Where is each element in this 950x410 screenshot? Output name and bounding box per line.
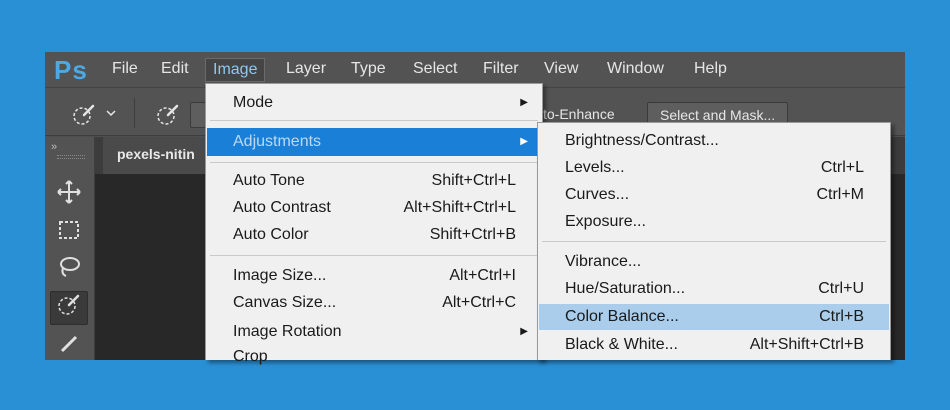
menu-item-shortcut: Alt+Ctrl+C [442,294,516,311]
menu-separator [210,120,538,121]
menu-item-label: Auto Color [233,226,309,243]
menu-item-label: Curves... [565,186,630,203]
menu-item-label: Exposure... [565,213,646,230]
menu-separator [210,162,538,163]
menu-item-auto-color[interactable]: Auto Color Shift+Ctrl+B [207,222,541,248]
menu-item-label: Hue/Saturation... [565,280,686,297]
menu-item-label: Vibrance... [565,253,642,270]
ps-logo: Ps [54,55,88,85]
menu-item-shortcut: Shift+Ctrl+L [431,172,516,189]
menu-layer[interactable]: Layer [279,58,333,82]
menu-item-shortcut: Ctrl+B [819,308,864,325]
menu-item-mode[interactable]: Mode ▶ [207,90,541,116]
menu-item-label: Mode [233,94,274,111]
menu-item-shortcut: Ctrl+L [820,159,864,176]
image-menu-dropdown: Mode ▶ Adjustments ▶ Auto Tone Shift+Ctr… [205,83,543,365]
menu-item-label: Image Rotation [233,323,342,340]
menu-item-black-white[interactable]: Black & White... Alt+Shift+Ctrl+B [539,332,889,358]
menu-item-levels[interactable]: Levels... Ctrl+L [539,155,889,181]
menu-item-shortcut: Alt+Ctrl+I [449,267,516,284]
lasso-icon[interactable] [50,254,88,288]
menu-edit[interactable]: Edit [154,58,196,82]
menu-item-auto-tone[interactable]: Auto Tone Shift+Ctrl+L [207,168,541,194]
menu-item-label: Canvas Size... [233,294,337,311]
menu-item-adjustments[interactable]: Adjustments ▶ [207,128,541,156]
menu-view[interactable]: View [537,58,585,82]
crop-icon[interactable] [50,329,88,360]
menu-item-label: Levels... [565,159,625,176]
collapse-panel-icon[interactable]: » [51,141,57,153]
menu-help[interactable]: Help [687,58,734,82]
menu-bar: Ps File Edit Image Layer Type Select Fil… [45,52,905,87]
menu-image[interactable]: Image [205,58,266,82]
submenu-arrow-icon: ▶ [520,136,528,147]
options-divider [134,98,135,128]
menu-separator [542,241,886,242]
menu-item-image-size[interactable]: Image Size... Alt+Ctrl+I [207,263,541,289]
menu-separator [210,255,538,256]
chevron-down-icon[interactable] [105,107,127,129]
menu-item-exposure[interactable]: Exposure... [539,209,889,235]
menu-item-brightness-contrast[interactable]: Brightness/Contrast... [539,128,889,154]
move-icon[interactable] [50,179,88,213]
menu-item-curves[interactable]: Curves... Ctrl+M [539,182,889,208]
menu-item-hue-saturation[interactable]: Hue/Saturation... Ctrl+U [539,276,889,302]
menu-item-canvas-size[interactable]: Canvas Size... Alt+Ctrl+C [207,290,541,316]
menu-item-label: Auto Tone [233,172,305,189]
menu-file[interactable]: File [105,58,145,82]
menu-item-label: Image Size... [233,267,327,284]
menu-window[interactable]: Window [600,58,671,82]
menu-filter[interactable]: Filter [476,58,526,82]
brush-icon[interactable] [155,103,179,125]
submenu-arrow-icon: ▶ [520,326,528,337]
quick-select-icon[interactable] [50,291,88,325]
menu-item-label: Crop [233,348,268,365]
submenu-arrow-icon: ▶ [520,97,528,108]
menu-item-shortcut: Alt+Shift+Ctrl+B [749,336,864,353]
adjustments-submenu: Brightness/Contrast... Levels... Ctrl+L … [537,122,891,360]
marquee-icon[interactable] [50,217,88,251]
menu-item-image-rotation[interactable]: Image Rotation ▶ [207,319,541,345]
menu-item-label: Brightness/Contrast... [565,132,719,149]
menu-item-label: Black & White... [565,336,678,353]
menu-item-shortcut: Alt+Shift+Ctrl+L [403,199,517,216]
menu-type[interactable]: Type [344,58,393,82]
menu-item-label: Color Balance... [565,308,679,325]
menu-item-label: Adjustments [233,133,322,150]
panel-grip[interactable] [57,155,85,159]
menu-item-color-balance[interactable]: Color Balance... Ctrl+B [539,304,889,330]
menu-item-auto-contrast[interactable]: Auto Contrast Alt+Shift+Ctrl+L [207,195,541,221]
menu-select[interactable]: Select [406,58,464,82]
menu-item-crop[interactable]: Crop [207,344,541,370]
brush-mode-button[interactable] [190,102,206,128]
menu-item-label: Auto Contrast [233,199,331,216]
menu-item-shortcut: Ctrl+M [816,186,864,203]
tools-panel: » [45,137,95,360]
auto-enhance-label[interactable]: to-Enhance [543,106,615,122]
menu-item-shortcut: Ctrl+U [818,280,864,297]
menu-item-vibrance[interactable]: Vibrance... [539,249,889,275]
menu-item-shortcut: Shift+Ctrl+B [429,226,516,243]
brush-preset-icon[interactable] [71,103,95,125]
